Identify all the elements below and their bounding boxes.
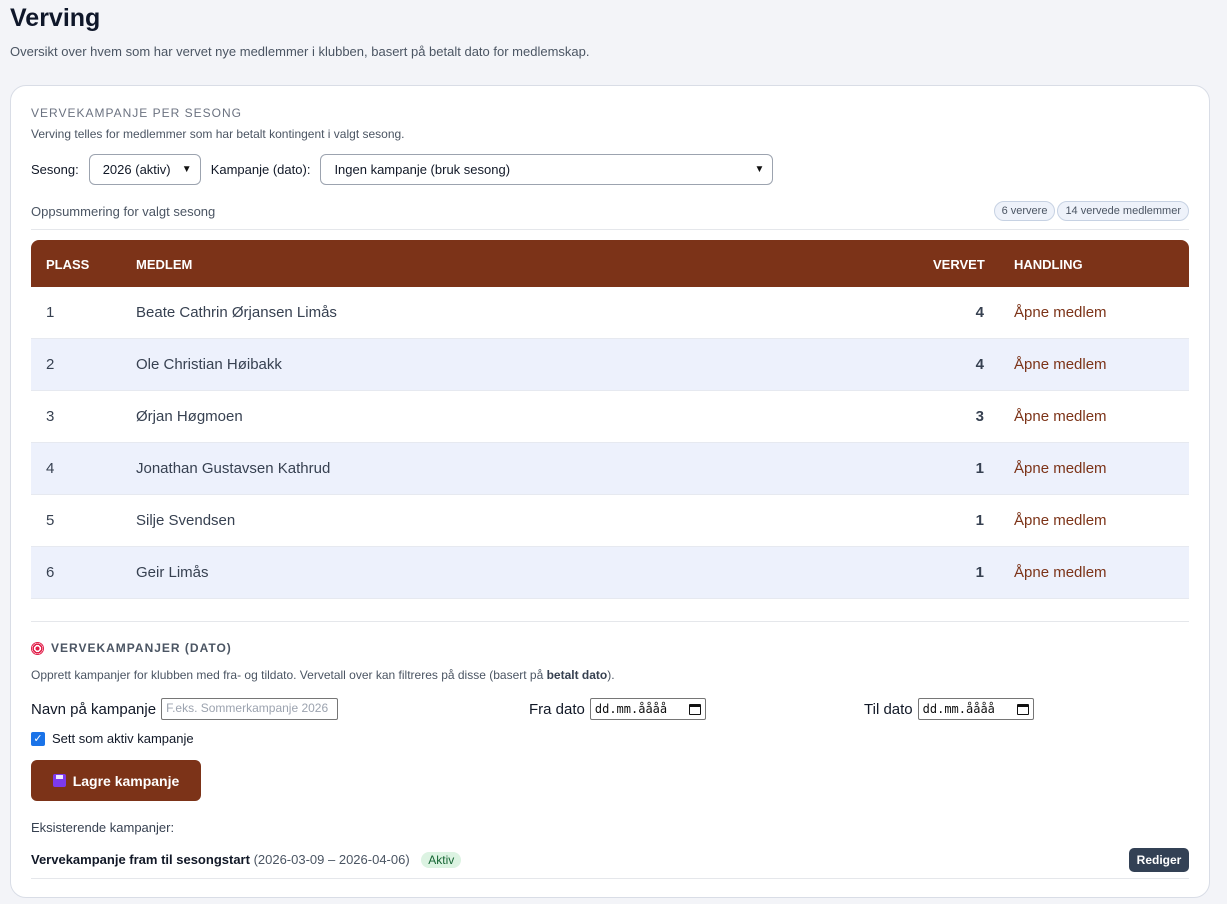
cell-member: Jonathan Gustavsen Kathrud xyxy=(136,460,331,477)
table-row: 1 Beate Cathrin Ørjansen Limås 4 Åpne medle… xyxy=(31,287,1189,339)
floppy-disk-icon xyxy=(52,774,66,787)
table-row: 4 Jonathan Gustavsen Kathrud 1 Åpne medlem xyxy=(31,443,1189,495)
header-member: MEDLEM xyxy=(136,257,193,272)
calendar-icon[interactable] xyxy=(1016,703,1029,715)
page-subtitle: Oversikt over hvem som har vervet nye me… xyxy=(10,44,590,59)
season-select[interactable]: 2026 (aktiv) ▼ xyxy=(88,154,201,185)
cell-place: 3 xyxy=(46,408,55,425)
cell-place: 5 xyxy=(46,512,55,529)
active-campaign-label[interactable]: Sett som aktiv kampanje xyxy=(52,731,194,746)
summary-label: Oppsummering for valgt sesong xyxy=(31,204,216,219)
save-campaign-label: Lagre kampanje xyxy=(72,772,180,789)
campaigns-description: Opprett kampanjer for klubben med fra- o… xyxy=(31,668,615,682)
campaigns-description-bold: betalt dato xyxy=(546,668,608,682)
to-date-field: Til dato dd.mm.åååå xyxy=(864,698,1034,720)
recruitment-table: PLASS MEDLEM VERVET HANDLING 1 Beate Cath… xyxy=(31,240,1189,599)
header-place: PLASS xyxy=(46,257,90,272)
campaign-name-field: Navn på kampanje F.eks. Sommerkampanje 2… xyxy=(31,698,339,720)
cell-recruited: 3 xyxy=(975,408,984,425)
header-action: HANDLING xyxy=(1014,257,1083,272)
save-campaign-button[interactable]: Lagre kampanje xyxy=(31,760,201,801)
campaign-list-item: Vervekampanje fram til sesongstart (2026… xyxy=(31,848,1189,879)
recruitment-card: VERVEKAMPANJE PER SESONG Verving telles … xyxy=(10,85,1210,898)
cell-member: Silje Svendsen xyxy=(136,512,236,529)
to-date-value: dd.mm.åååå xyxy=(922,702,995,716)
campaigns-heading-text: VERVEKAMPANJER (DATO) xyxy=(51,641,232,655)
summary-row: Oppsummering for valgt sesong 6 ververe … xyxy=(31,199,1189,230)
season-section-heading: VERVEKAMPANJE PER SESONG xyxy=(31,106,242,120)
cell-recruited: 1 xyxy=(975,564,984,581)
table-row: 6 Geir Limås 1 Åpne medlem xyxy=(31,547,1189,599)
open-member-link[interactable]: Åpne medlem xyxy=(1014,408,1107,425)
season-section-description: Verving telles for medlemmer som har bet… xyxy=(31,127,405,141)
recruiters-count-badge: 6 ververe xyxy=(993,201,1056,221)
campaign-name-label: Navn på kampanje xyxy=(31,700,157,718)
campaigns-description-end: ). xyxy=(607,668,615,682)
open-member-link[interactable]: Åpne medlem xyxy=(1014,304,1107,321)
cell-recruited: 1 xyxy=(975,460,984,477)
cell-recruited: 4 xyxy=(975,304,984,321)
cell-recruited: 1 xyxy=(975,512,984,529)
existing-campaigns-label: Eksisterende kampanjer: xyxy=(31,820,175,835)
divider xyxy=(31,621,1189,622)
from-date-label: Fra dato xyxy=(529,700,585,718)
campaign-item-name: Vervekampanje fram til sesongstart xyxy=(31,852,250,867)
campaign-name-input[interactable]: F.eks. Sommerkampanje 2026 xyxy=(161,698,339,720)
page-title: Verving xyxy=(10,4,101,32)
from-date-value: dd.mm.åååå xyxy=(594,702,668,716)
cell-member: Ørjan Høgmoen xyxy=(136,408,243,425)
cell-member: Ole Christian Høibakk xyxy=(136,356,282,373)
open-member-link[interactable]: Åpne medlem xyxy=(1014,564,1107,581)
chevron-down-icon: ▼ xyxy=(181,164,192,175)
status-badge: Aktiv xyxy=(421,852,462,868)
campaigns-heading: VERVEKAMPANJER (DATO) xyxy=(31,641,232,655)
header-recruited: VERVET xyxy=(933,257,985,272)
chevron-down-icon: ▼ xyxy=(754,164,765,175)
active-campaign-checkbox[interactable]: ✓ xyxy=(31,731,45,746)
campaign-select[interactable]: Ingen kampanje (bruk sesong) ▼ xyxy=(320,154,774,185)
open-member-link[interactable]: Åpne medlem xyxy=(1014,512,1107,529)
campaign-item-dates: (2026-03-09 – 2026-04-06) xyxy=(253,852,410,867)
campaign-item-text: Vervekampanje fram til sesongstart (2026… xyxy=(31,852,462,868)
cell-place: 1 xyxy=(46,304,55,321)
to-date-input[interactable]: dd.mm.åååå xyxy=(917,698,1034,720)
cell-place: 6 xyxy=(46,564,55,581)
cell-place: 4 xyxy=(46,460,55,477)
campaign-select-value: Ingen kampanje (bruk sesong) xyxy=(334,162,511,177)
campaign-label: Kampanje (dato): xyxy=(210,162,311,177)
target-icon xyxy=(31,641,44,655)
season-select-value: 2026 (aktiv) xyxy=(102,162,171,177)
table-row: 3 Ørjan Høgmoen 3 Åpne medlem xyxy=(31,391,1189,443)
filters-row: Sesong: 2026 (aktiv) ▼ Kampanje (dato): … xyxy=(31,154,774,185)
table-header: PLASS MEDLEM VERVET HANDLING xyxy=(31,240,1189,287)
calendar-icon[interactable] xyxy=(688,703,701,715)
table-row: 2 Ole Christian Høibakk 4 Åpne medlem xyxy=(31,339,1189,391)
cell-recruited: 4 xyxy=(975,356,984,373)
to-date-label: Til dato xyxy=(864,700,913,718)
open-member-link[interactable]: Åpne medlem xyxy=(1014,356,1107,373)
table-row: 5 Silje Svendsen 1 Åpne medlem xyxy=(31,495,1189,547)
cell-member: Geir Limås xyxy=(136,564,209,581)
campaigns-description-text: Opprett kampanjer for klubben med fra- o… xyxy=(31,668,547,682)
from-date-input[interactable]: dd.mm.åååå xyxy=(589,698,706,720)
recruited-count-badge: 14 vervede medlemmer xyxy=(1057,201,1189,221)
open-member-link[interactable]: Åpne medlem xyxy=(1014,460,1107,477)
active-campaign-option: ✓ Sett som aktiv kampanje xyxy=(31,731,194,746)
edit-campaign-button[interactable]: Rediger xyxy=(1129,848,1189,872)
from-date-field: Fra dato dd.mm.åååå xyxy=(529,698,706,720)
cell-member: Beate Cathrin Ørjansen Limås xyxy=(136,304,337,321)
season-label: Sesong: xyxy=(31,162,79,177)
cell-place: 2 xyxy=(46,356,55,373)
